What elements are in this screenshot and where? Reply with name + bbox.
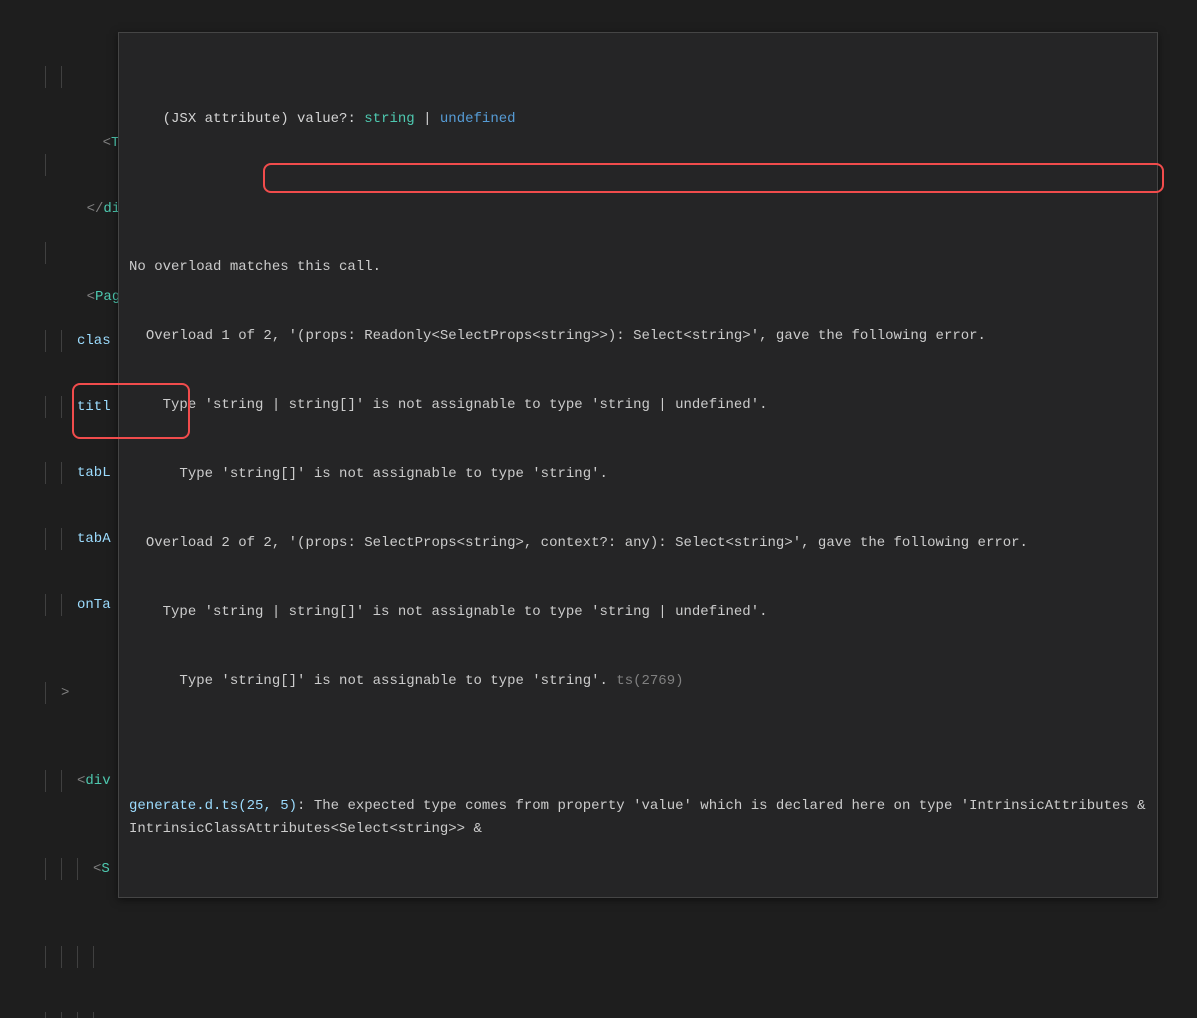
error-message: Overload 1 of 2, '(props: Readonly<Selec… [129, 325, 1147, 348]
jsx-attr: tabL [77, 465, 111, 481]
sig-pipe: | [415, 111, 440, 127]
error-message: Type 'string[]' is not assignable to typ… [129, 463, 1147, 486]
colon: : [297, 798, 314, 814]
source-file-link[interactable]: generate.d.ts(25, 5) [129, 798, 297, 814]
error-message: No overload matches this call. [129, 256, 1147, 279]
tag-bracket: </ [87, 201, 104, 217]
hover-signature: (JSX attribute) value?: string | undefin… [129, 85, 1147, 154]
hover-tooltip[interactable]: (JSX attribute) value?: string | undefin… [118, 32, 1158, 898]
jsx-attr: titl [77, 399, 111, 415]
jsx-tag: S [101, 861, 109, 877]
error-message: Type 'string[]' is not assignable to typ… [129, 670, 1147, 693]
annotation-box-icon [263, 163, 1164, 193]
code-line[interactable] [45, 1012, 1197, 1018]
tag-bracket: < [87, 289, 95, 305]
jsx-tag: div [85, 773, 110, 789]
tag-bracket: < [93, 861, 101, 877]
error-message: Type 'string | string[]' is not assignab… [129, 601, 1147, 624]
jsx-attr: clas [77, 333, 111, 349]
sig-name: value [297, 111, 339, 127]
code-line[interactable] [45, 946, 1197, 968]
error-message: Overload 2 of 2, '(props: SelectProps<st… [129, 532, 1147, 555]
jsx-attr: tabA [77, 531, 111, 547]
tag-bracket: < [77, 773, 85, 789]
error-code: ts(2769) [616, 673, 683, 689]
tag-bracket: < [103, 135, 111, 151]
sig-prefix: (JSX attribute) [163, 111, 297, 127]
sig-opt: ?: [339, 111, 364, 127]
jsx-attr: onTa [77, 597, 111, 613]
sig-type: string [364, 111, 414, 127]
error-message: Type 'string | string[]' is not assignab… [129, 394, 1147, 417]
sig-type: undefined [440, 111, 516, 127]
error-text: Type 'string[]' is not assignable to typ… [129, 673, 616, 689]
fold-marker: > [61, 685, 69, 701]
error-source: generate.d.ts(25, 5): The expected type … [129, 795, 1147, 841]
